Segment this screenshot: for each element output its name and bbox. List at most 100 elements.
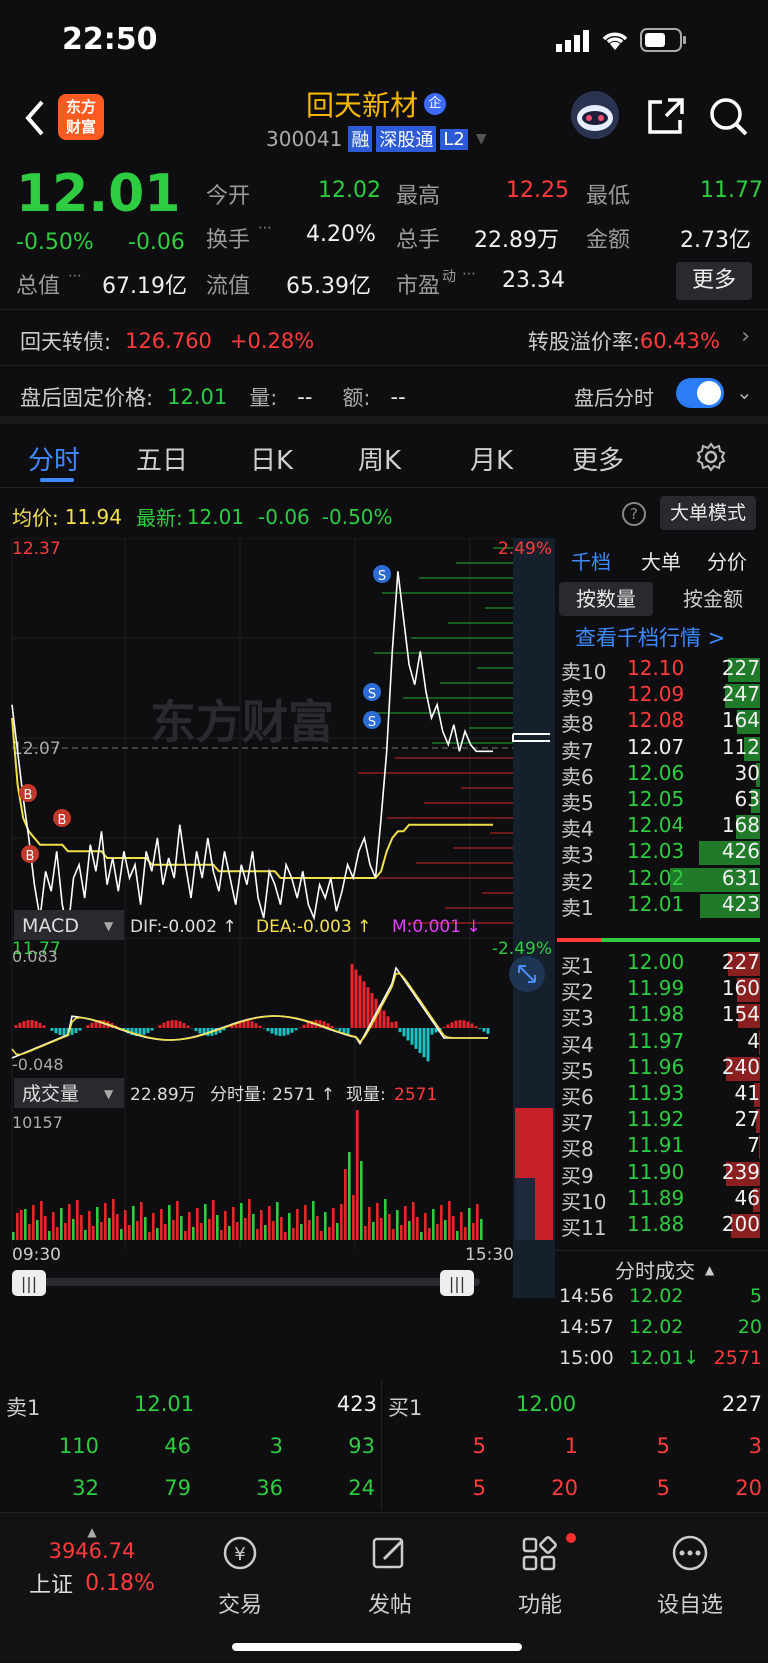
ask-row[interactable]: 卖3 12.03 426: [555, 839, 768, 867]
after-vol-label: 量:: [249, 386, 278, 410]
bid-volume: 4: [747, 1028, 760, 1053]
bid-row[interactable]: 买3 11.98 154: [555, 1002, 768, 1030]
low-label: 最低: [586, 184, 631, 209]
index-ticker[interactable]: ▲ 3946.74 上证 0.18%: [22, 1525, 162, 1599]
after-hours-toggle[interactable]: [676, 378, 724, 408]
nav-add-watchlist[interactable]: 设自选: [640, 1533, 740, 1619]
volume-bar: [132, 1206, 135, 1240]
index-pct: 0.18%: [85, 1570, 155, 1596]
info-icon[interactable]: ⋯: [68, 268, 82, 284]
bid-price: 11.97: [627, 1028, 685, 1053]
volume-bar: [240, 1203, 243, 1240]
tab-qiandang[interactable]: 千档: [571, 546, 611, 575]
buy1-vol: 227: [721, 1392, 762, 1416]
after-label: 盘后固定价格:: [20, 386, 154, 410]
volume-bar: [356, 1110, 359, 1240]
volume-bar: [436, 1224, 439, 1240]
notification-dot: [566, 1533, 576, 1543]
bid-row[interactable]: 买9 11.90 239: [555, 1160, 768, 1188]
bid-row[interactable]: 买2 11.99 160: [555, 976, 768, 1004]
big-order-mode-button[interactable]: 大单模式: [660, 496, 756, 530]
volume-bar: [424, 1213, 427, 1240]
ask-volume: 168: [721, 813, 760, 838]
tab-week-k[interactable]: 周K: [358, 440, 401, 477]
tab-day-k[interactable]: 日K: [250, 440, 293, 477]
tab-active-underline: [40, 478, 74, 482]
queue-volume: 79: [164, 1476, 191, 1500]
chevron-down-icon[interactable]: ⌄: [736, 380, 753, 404]
bid-row[interactable]: 买6 11.93 41: [555, 1081, 768, 1109]
volume-bar: [384, 1199, 387, 1240]
view-full-depth-link[interactable]: 查看千档行情 >: [575, 622, 725, 652]
ask-row[interactable]: 卖5 12.05 63: [555, 787, 768, 815]
bid-row[interactable]: 买1 12.00 227: [555, 950, 768, 978]
mode-by-amount[interactable]: 按金额: [663, 582, 763, 616]
tab-more[interactable]: 更多: [572, 440, 624, 477]
ask-volume: 164: [721, 708, 760, 733]
pe-info-icon[interactable]: ⋯: [462, 266, 476, 282]
stock-name[interactable]: 回天新材: [306, 84, 418, 124]
tab-fenshi[interactable]: 分时: [28, 440, 80, 477]
nav-functions[interactable]: 功能: [490, 1533, 590, 1619]
ask-row[interactable]: 卖1 12.01 423: [555, 892, 768, 920]
chevron-up-icon[interactable]: ▲: [705, 1263, 714, 1277]
bid-row[interactable]: 买7 11.92 27: [555, 1107, 768, 1135]
back-icon[interactable]: [22, 98, 48, 142]
time-range-track[interactable]: [14, 1278, 480, 1286]
nav-post[interactable]: 发帖: [340, 1533, 440, 1619]
volume-value: 22.89万: [474, 228, 559, 253]
bid-level-label: 买5: [561, 1058, 594, 1083]
pe-value: 23.34: [502, 268, 565, 293]
queue-volume: 3: [748, 1434, 762, 1458]
nav-trade[interactable]: ¥ 交易: [190, 1533, 290, 1619]
bid-row[interactable]: 买4 11.97 4: [555, 1029, 768, 1057]
tab-5day[interactable]: 五日: [136, 440, 188, 477]
last-price: 12.01: [16, 164, 181, 224]
ask-row[interactable]: 卖2 12.02 631: [555, 866, 768, 894]
chevron-down-icon[interactable]: ▼: [476, 131, 487, 147]
bid-level-label: 买4: [561, 1032, 594, 1057]
edit-icon: [372, 1537, 404, 1569]
bid-row[interactable]: 买5 11.96 240: [555, 1055, 768, 1083]
ask-level-label: 卖1: [561, 895, 594, 920]
search-icon[interactable]: [708, 96, 750, 142]
tick-price: 12.02: [629, 1316, 684, 1338]
volume-bar: [344, 1169, 347, 1240]
volume-bar: [180, 1216, 183, 1240]
convertible-bond-row[interactable]: 回天转债: 126.760 +0.28% 转股溢价率: 60.43% ›: [0, 312, 768, 366]
robot-avatar-icon[interactable]: [568, 88, 622, 142]
tab-dadan[interactable]: 大单: [641, 546, 681, 575]
mode-by-qty[interactable]: 按数量: [559, 582, 653, 616]
bid-volume: 240: [721, 1054, 760, 1079]
chevron-right-icon[interactable]: ›: [741, 324, 750, 349]
share-icon[interactable]: [646, 96, 686, 140]
turnover-info-icon[interactable]: ⋯: [258, 220, 272, 236]
bid-row[interactable]: 买8 11.91 7: [555, 1133, 768, 1161]
tab-fenjia[interactable]: 分价: [707, 546, 747, 575]
settings-icon[interactable]: [696, 442, 726, 476]
bid-volume: 227: [721, 950, 760, 974]
svg-text:|||: |||: [21, 1274, 37, 1293]
ask-price: 12.01: [627, 891, 685, 916]
ask-row[interactable]: 卖6 12.06 30: [555, 761, 768, 789]
more-button[interactable]: 更多: [676, 262, 752, 300]
quote-panel: 12.01 -0.50% -0.06 总值 ⋯ 67.19亿 今开 12.02 …: [0, 160, 768, 310]
badge-rong: 融: [348, 126, 373, 152]
bid-row[interactable]: 买11 11.88 200: [555, 1212, 768, 1240]
ask-row[interactable]: 卖4 12.04 168: [555, 813, 768, 841]
ask-row[interactable]: 卖8 12.08 164: [555, 708, 768, 736]
bid-row[interactable]: 买10 11.89 46: [555, 1186, 768, 1214]
volume-bar: [336, 1223, 339, 1240]
help-icon[interactable]: ?: [622, 502, 646, 526]
intraday-chart[interactable]: 东方财富 12.37 12.07 11.77 2.49% -2.49% B B …: [0, 538, 555, 1378]
ask-row[interactable]: 卖10 12.10 227: [555, 656, 768, 684]
tick-time: 14:57: [559, 1316, 614, 1338]
eastmoney-logo[interactable]: 东方 财富: [58, 94, 104, 140]
volume-bar: [308, 1220, 311, 1240]
tab-month-k[interactable]: 月K: [470, 440, 513, 477]
bid-price: 11.92: [627, 1107, 685, 1132]
amount-value: 2.73亿: [680, 228, 751, 253]
time-start-label: 09:30: [12, 1245, 61, 1265]
ask-row[interactable]: 卖9 12.09 247: [555, 682, 768, 710]
ask-row[interactable]: 卖7 12.07 112: [555, 735, 768, 763]
